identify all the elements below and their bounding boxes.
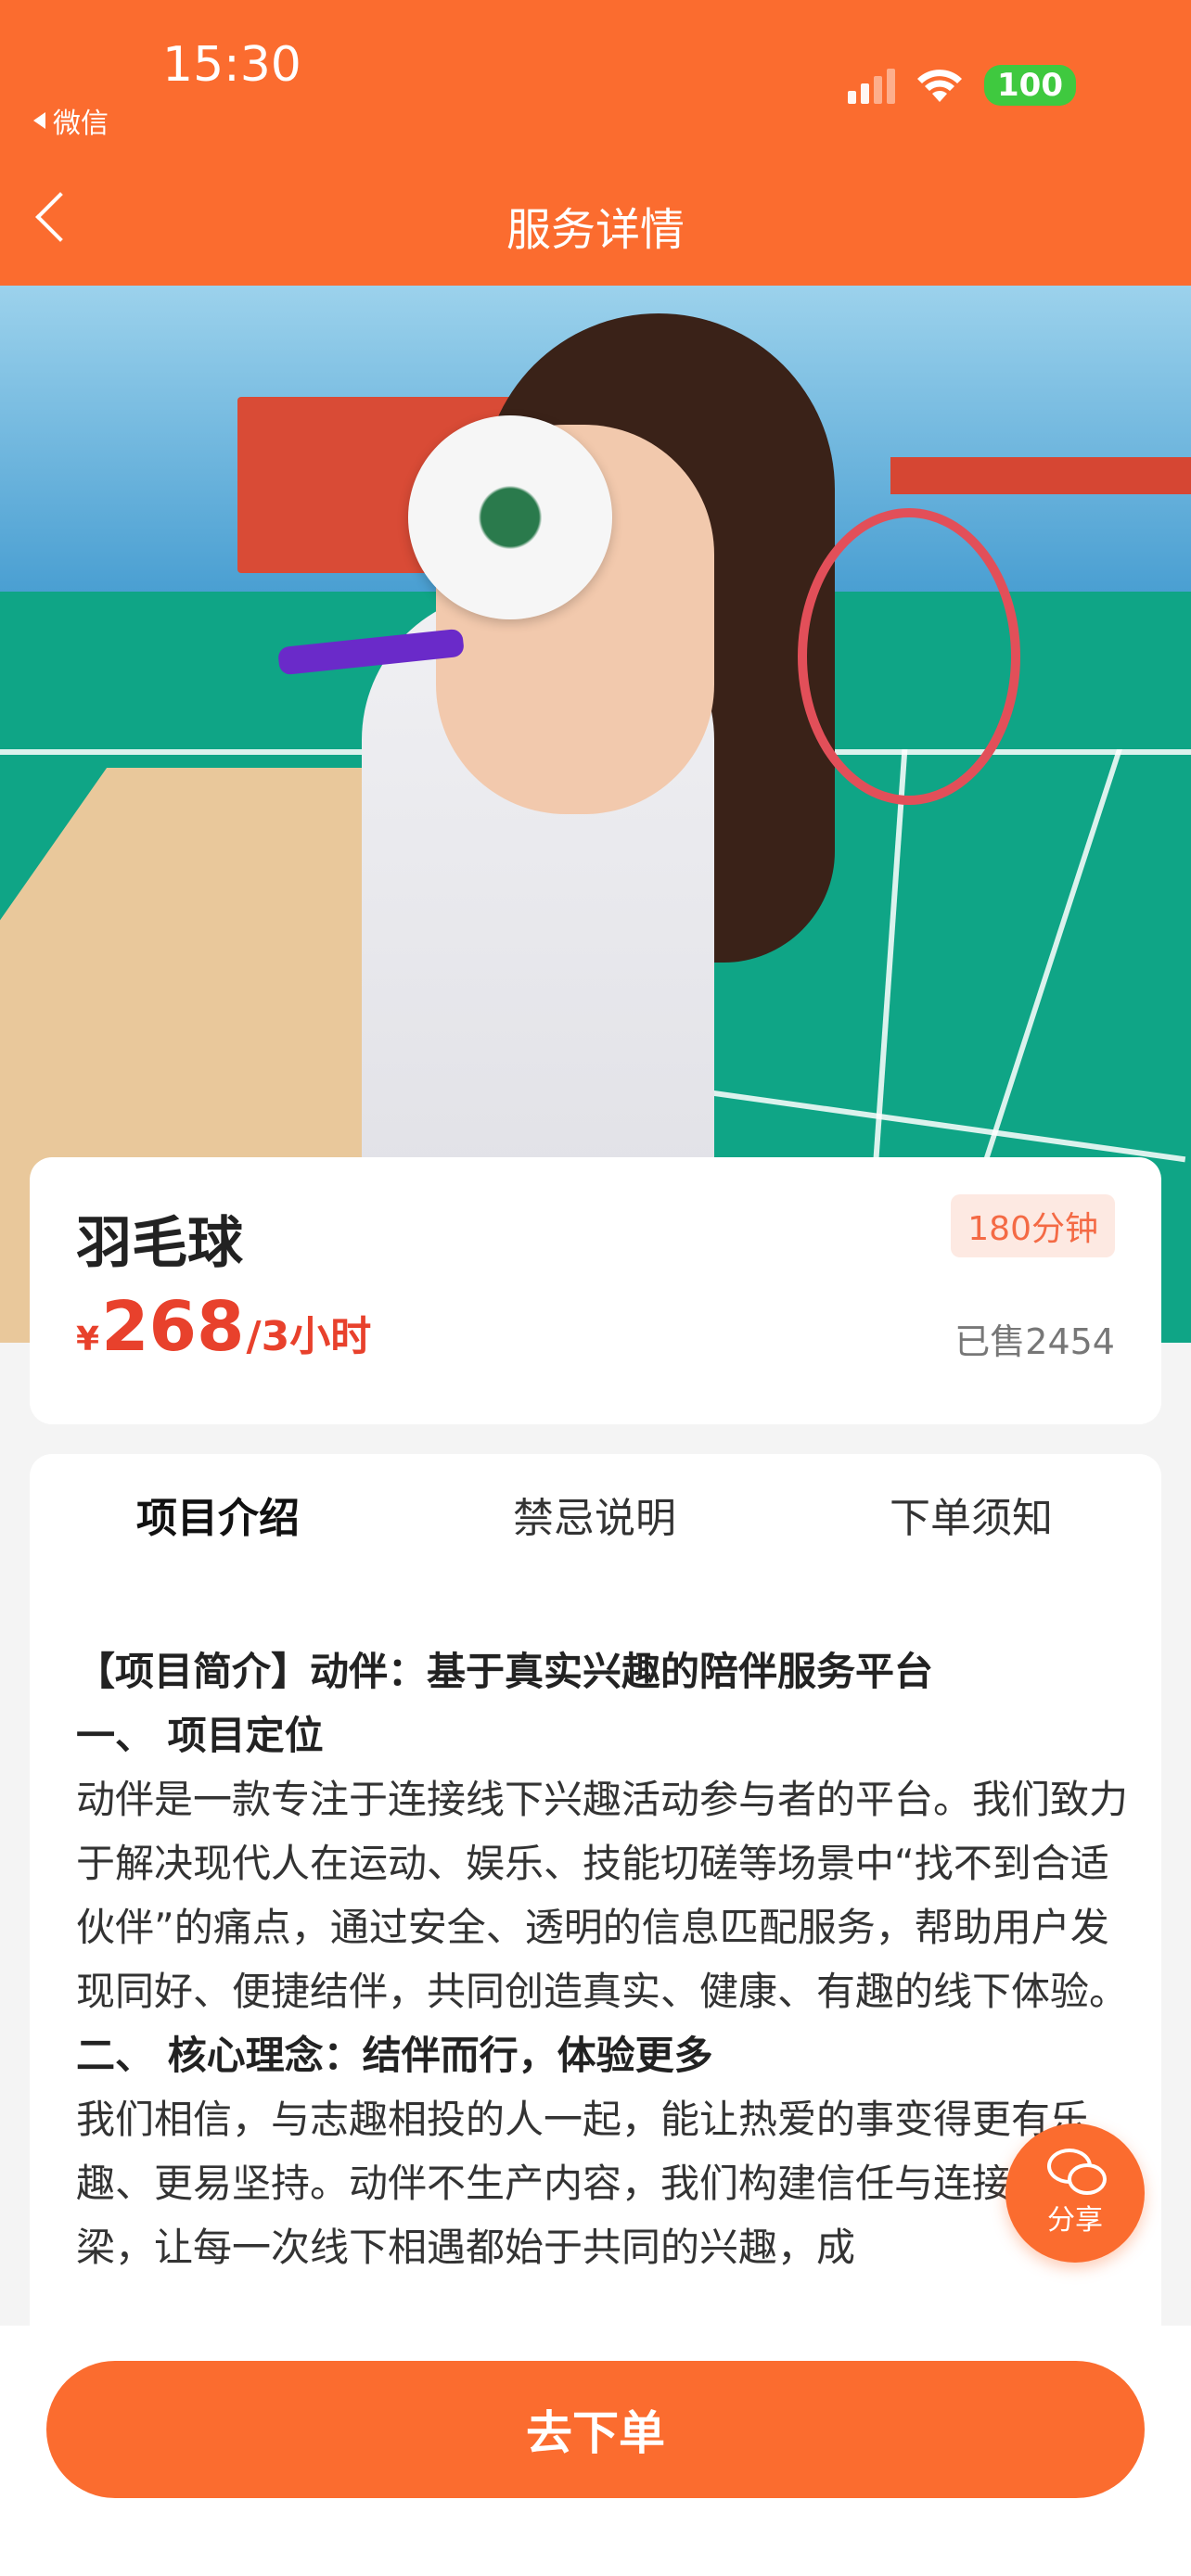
back-to-wechat[interactable]: 微信 — [33, 100, 109, 141]
tab-contraindications[interactable]: 禁忌说明 — [406, 1491, 783, 1547]
share-label: 分享 — [1047, 2204, 1103, 2237]
app-header: 15:30 微信 100 服务详情 — [0, 0, 1191, 286]
cellular-signal-icon — [848, 67, 896, 104]
duration-badge: 180分钟 — [951, 1194, 1115, 1257]
share-button[interactable]: 分享 — [1005, 2123, 1145, 2263]
price: ¥ 268 /3小时 — [76, 1287, 371, 1367]
hero-racket — [798, 508, 1020, 805]
intro-heading: 【项目简介】动伴：基于真实兴趣的陪伴服务平台 — [76, 1649, 934, 1694]
status-icons: 100 — [848, 65, 1076, 106]
back-app-label: 微信 — [53, 108, 109, 140]
section-2-text: 我们相信，与志趣相投的人一起，能让热爱的事变得更有乐趣、更易坚持。动伴不生产内容… — [76, 2097, 1090, 2270]
tab-project-intro[interactable]: 项目介绍 — [30, 1491, 406, 1547]
wechat-icon — [1047, 2149, 1107, 2195]
bottom-action-bar: 去下单 — [0, 2326, 1191, 2576]
page-title: 服务详情 — [506, 204, 685, 256]
wifi-icon — [917, 70, 963, 102]
tab-order-notes[interactable]: 下单须知 — [783, 1491, 1159, 1547]
intro-content: 【项目简介】动伴：基于真实兴趣的陪伴服务平台 一、 项目定位 动伴是一款专注于连… — [76, 1639, 1143, 2279]
place-order-button[interactable]: 去下单 — [46, 2361, 1145, 2498]
shuttlecock-icon — [408, 415, 612, 619]
section-2-heading: 二、 核心理念：结伴而行，体验更多 — [76, 2033, 713, 2078]
hero-banner-right — [890, 457, 1191, 494]
section-1-heading: 一、 项目定位 — [76, 1713, 324, 1758]
service-name: 羽毛球 — [76, 1211, 243, 1276]
battery-indicator: 100 — [984, 65, 1076, 106]
price-unit: /3小时 — [246, 1313, 372, 1360]
price-currency: ¥ — [76, 1320, 100, 1358]
price-amount: 268 — [101, 1287, 245, 1367]
detail-tabs: 项目介绍 禁忌说明 下单须知 — [30, 1491, 1161, 1547]
service-info-card: 羽毛球 180分钟 ¥ 268 /3小时 已售2454 — [30, 1157, 1161, 1424]
section-1-text: 动伴是一款专注于连接线下兴趣活动参与者的平台。我们致力于解决现代人在运动、娱乐、… — [76, 1777, 1129, 2014]
back-triangle-icon — [33, 112, 45, 129]
sold-count: 已售2454 — [954, 1321, 1115, 1362]
status-time: 15:30 — [162, 37, 301, 93]
